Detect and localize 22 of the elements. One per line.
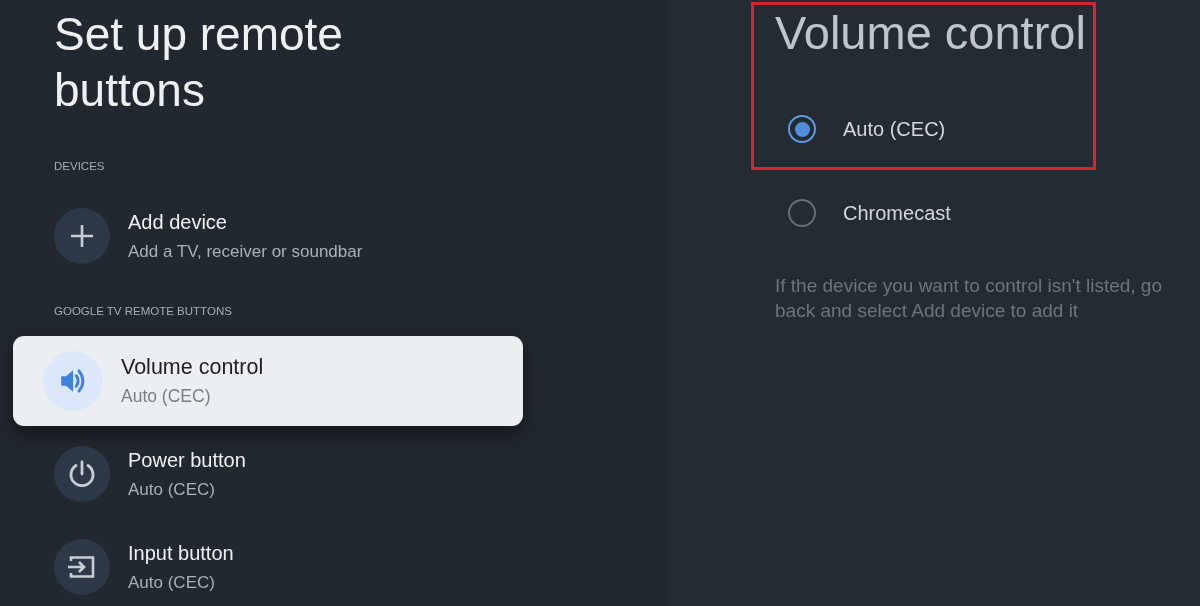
detail-title: Volume control xyxy=(775,7,1086,59)
section-heading: GOOGLE TV REMOTE BUTTONS xyxy=(54,304,232,318)
item-title: Volume control xyxy=(121,356,264,379)
item-subtitle: Auto (CEC) xyxy=(121,387,211,406)
page-title: Set up remote buttons xyxy=(54,7,344,118)
item-title: Power button xyxy=(128,449,246,472)
radio-option[interactable]: Auto (CEC) xyxy=(788,101,946,157)
item-title: Input button xyxy=(128,542,234,565)
radio-option[interactable]: Chromecast xyxy=(788,185,951,241)
help-text: If the device you want to control isn't listed, go back and select Add device to add it xyxy=(775,274,1163,323)
item-subtitle: Add a TV, receiver or soundbar xyxy=(128,242,363,261)
settings-item[interactable]: Add device Add a TV, receiver or soundbar xyxy=(54,208,524,264)
settings-item[interactable]: Power button Auto (CEC) xyxy=(54,446,524,502)
speaker-icon xyxy=(43,351,103,411)
settings-item[interactable]: Volume control Auto (CEC) xyxy=(13,336,523,426)
item-title: Add device xyxy=(128,211,227,234)
power-icon xyxy=(54,446,110,502)
settings-item[interactable]: Input button Auto (CEC) xyxy=(54,539,524,595)
item-subtitle: Auto (CEC) xyxy=(128,573,215,592)
item-subtitle: Auto (CEC) xyxy=(128,480,215,499)
plus-icon xyxy=(54,208,110,264)
section-heading: DEVICES xyxy=(54,159,105,173)
